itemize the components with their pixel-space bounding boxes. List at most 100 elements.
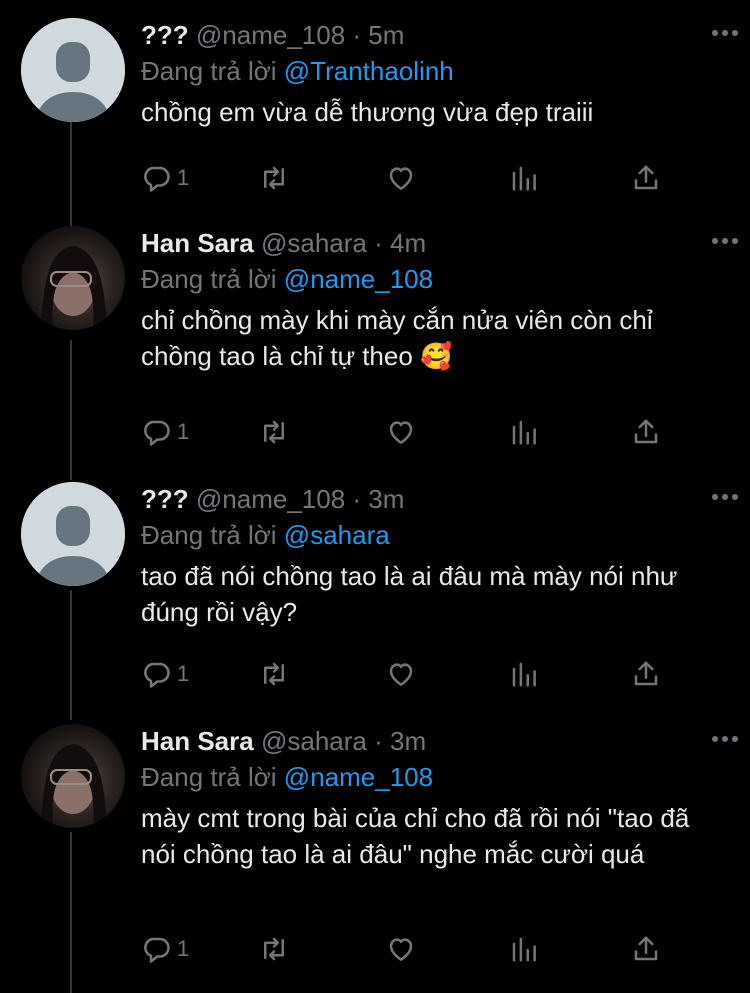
more-icon[interactable] xyxy=(710,28,740,38)
mention-link[interactable]: @name_108 xyxy=(284,762,433,792)
handle[interactable]: @name_108 xyxy=(196,20,345,50)
like-button[interactable] xyxy=(386,415,416,449)
more-icon[interactable] xyxy=(710,492,740,502)
replying-prefix: Đang trả lời xyxy=(141,520,277,550)
reply-icon xyxy=(144,420,170,446)
mention-link[interactable]: @sahara xyxy=(284,520,390,550)
timestamp[interactable]: · 3m xyxy=(374,726,426,756)
replying-to: Đang trả lời @Tranthaolinh xyxy=(141,54,730,88)
retweet-button[interactable] xyxy=(259,657,289,691)
heart-icon xyxy=(389,421,413,444)
analytics-icon xyxy=(512,662,536,687)
retweet-button[interactable] xyxy=(259,161,289,195)
handle[interactable]: @name_108 xyxy=(196,484,345,514)
replying-prefix: Đang trả lời xyxy=(141,56,277,86)
reply-icon xyxy=(144,662,170,688)
mention-link[interactable]: @name_108 xyxy=(284,264,433,294)
handle[interactable]: @sahara xyxy=(261,228,367,258)
tweet-content: ??? @name_108 · 5m Đang trả lời @Trantha… xyxy=(141,18,730,130)
default-avatar-icon xyxy=(21,482,125,586)
share-button[interactable] xyxy=(631,932,661,966)
avatar[interactable] xyxy=(21,724,125,828)
replying-to: Đang trả lời @name_108 xyxy=(141,262,730,296)
analytics-button[interactable] xyxy=(509,932,539,966)
tweet-actions: 1 xyxy=(141,932,681,966)
reply-count: 1 xyxy=(177,661,190,686)
tweet-text: chồng em vừa dễ thương vừa đẹp traiii xyxy=(141,97,594,127)
tweet-content: Han Sara @sahara · 4m Đang trả lời @name… xyxy=(141,226,730,374)
retweet-icon xyxy=(264,420,284,444)
tweet-content: Han Sara @sahara · 3m Đang trả lời @name… xyxy=(141,724,730,872)
retweet-icon xyxy=(264,166,284,190)
default-avatar-icon xyxy=(21,18,125,122)
replying-prefix: Đang trả lời xyxy=(141,264,277,294)
analytics-icon xyxy=(512,420,536,445)
tweet-text: mày cmt trong bài của chỉ cho đã rồi nói… xyxy=(141,803,690,869)
share-button[interactable] xyxy=(631,161,661,195)
heart-icon xyxy=(389,167,413,190)
reply-button[interactable]: 1 xyxy=(141,657,189,691)
reply-button[interactable]: 1 xyxy=(141,415,189,449)
share-icon xyxy=(634,936,658,961)
analytics-button[interactable] xyxy=(509,657,539,691)
like-button[interactable] xyxy=(386,932,416,966)
tweet[interactable]: Han Sara @sahara · 4m Đang trả lời @name… xyxy=(0,226,750,476)
analytics-button[interactable] xyxy=(509,415,539,449)
tweet-content: ??? @name_108 · 3m Đang trả lời @sahara … xyxy=(141,482,730,630)
tweet[interactable]: ??? @name_108 · 5m Đang trả lời @Trantha… xyxy=(0,18,750,218)
tweet[interactable]: Han Sara @sahara · 3m Đang trả lời @name… xyxy=(0,724,750,993)
analytics-button[interactable] xyxy=(509,161,539,195)
display-name[interactable]: ??? xyxy=(141,20,189,50)
tweet-header: Han Sara @sahara · 3m xyxy=(141,724,730,758)
like-button[interactable] xyxy=(386,657,416,691)
reply-button[interactable]: 1 xyxy=(141,161,189,195)
replying-to: Đang trả lời @name_108 xyxy=(141,760,730,794)
avatar[interactable] xyxy=(21,226,125,330)
timestamp[interactable]: · 4m xyxy=(374,228,426,258)
share-button[interactable] xyxy=(631,657,661,691)
tweet-header: Han Sara @sahara · 4m xyxy=(141,226,730,260)
avatar[interactable] xyxy=(21,482,125,586)
replying-to: Đang trả lời @sahara xyxy=(141,518,730,552)
tweet-header: ??? @name_108 · 5m xyxy=(141,18,730,52)
tweet-actions: 1 xyxy=(141,415,681,449)
more-icon[interactable] xyxy=(710,236,740,246)
reply-button[interactable]: 1 xyxy=(141,932,189,966)
tweet-actions: 1 xyxy=(141,161,681,195)
tweet-text: tao đã nói chồng tao là ai đâu mà mày nó… xyxy=(141,561,678,627)
display-name[interactable]: Han Sara xyxy=(141,726,254,756)
share-icon xyxy=(634,165,658,190)
profile-photo xyxy=(41,246,107,330)
profile-photo xyxy=(41,744,107,828)
avatar[interactable] xyxy=(21,18,125,122)
tweet[interactable]: ??? @name_108 · 3m Đang trả lời @sahara … xyxy=(0,482,750,712)
retweet-icon xyxy=(264,937,284,961)
share-button[interactable] xyxy=(631,415,661,449)
more-icon[interactable] xyxy=(710,734,740,744)
mention-link[interactable]: @Tranthaolinh xyxy=(284,56,454,86)
reply-count: 1 xyxy=(177,165,190,190)
retweet-button[interactable] xyxy=(259,415,289,449)
replying-prefix: Đang trả lời xyxy=(141,762,277,792)
tweet-header: ??? @name_108 · 3m xyxy=(141,482,730,516)
retweet-button[interactable] xyxy=(259,932,289,966)
heart-icon xyxy=(389,663,413,686)
retweet-icon xyxy=(264,662,284,686)
reply-icon xyxy=(144,166,170,192)
analytics-icon xyxy=(512,166,536,191)
tweet-actions: 1 xyxy=(141,657,681,691)
heart-icon xyxy=(389,938,413,961)
reply-count: 1 xyxy=(177,419,190,444)
reply-icon xyxy=(144,937,170,963)
timestamp[interactable]: · 3m xyxy=(352,484,404,514)
analytics-icon xyxy=(512,937,536,962)
handle[interactable]: @sahara xyxy=(261,726,367,756)
display-name[interactable]: Han Sara xyxy=(141,228,254,258)
tweet-text: chỉ chồng mày khi mày cắn nửa viên còn c… xyxy=(141,305,653,371)
reply-count: 1 xyxy=(177,936,190,961)
like-button[interactable] xyxy=(386,161,416,195)
share-icon xyxy=(634,419,658,444)
timestamp[interactable]: · 5m xyxy=(352,20,404,50)
share-icon xyxy=(634,661,658,686)
display-name[interactable]: ??? xyxy=(141,484,189,514)
